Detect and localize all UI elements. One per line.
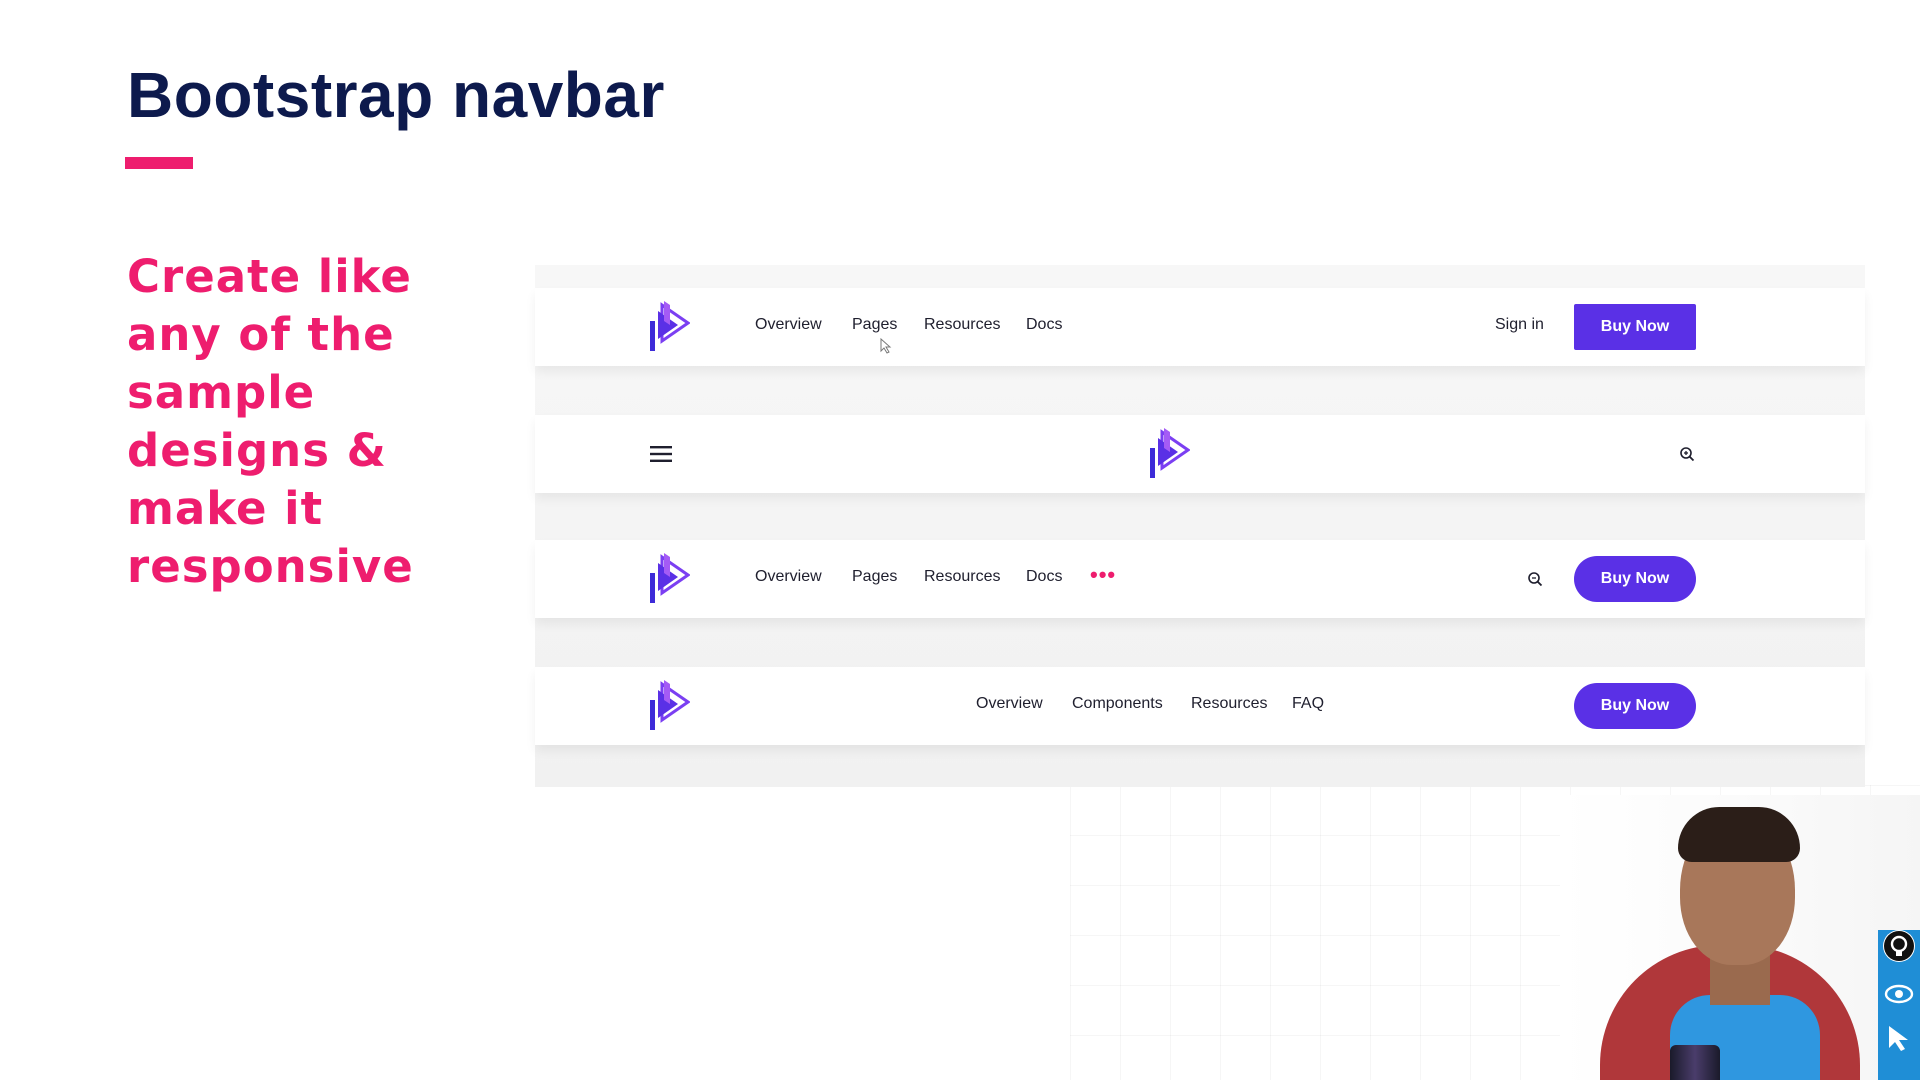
navbar-sample-2 xyxy=(535,415,1865,493)
play-brand-logo-icon[interactable] xyxy=(648,553,690,605)
slide-title: Bootstrap navbar xyxy=(127,59,665,131)
webcam-overlay xyxy=(1560,795,1920,1080)
nav-link-pages[interactable]: Pages xyxy=(852,316,897,334)
cursor-icon[interactable] xyxy=(1883,1022,1915,1054)
presenter-hair xyxy=(1678,807,1800,862)
title-underline xyxy=(125,157,193,169)
buy-now-button[interactable]: Buy Now xyxy=(1574,683,1696,729)
nav-link-resources[interactable]: Resources xyxy=(924,568,1000,586)
play-brand-logo-icon[interactable] xyxy=(1148,428,1190,480)
buy-now-button[interactable]: Buy Now xyxy=(1574,556,1696,602)
more-dots-icon[interactable]: ••• xyxy=(1090,562,1116,588)
search-icon[interactable] xyxy=(1527,571,1543,587)
nav-link-overview[interactable]: Overview xyxy=(755,568,822,586)
microphone xyxy=(1670,1045,1720,1080)
nav-link-overview[interactable]: Overview xyxy=(755,316,822,334)
nav-link-components[interactable]: Components xyxy=(1072,695,1163,713)
play-brand-logo-icon[interactable] xyxy=(648,301,690,353)
navbar-sample-4: Overview Components Resources FAQ Buy No… xyxy=(535,667,1865,745)
bulb-icon[interactable] xyxy=(1883,930,1915,962)
nav-link-resources[interactable]: Resources xyxy=(1191,695,1267,713)
eye-icon[interactable] xyxy=(1883,978,1915,1010)
buy-now-button[interactable]: Buy Now xyxy=(1574,304,1696,350)
nav-link-docs[interactable]: Docs xyxy=(1026,568,1062,586)
nav-link-faq[interactable]: FAQ xyxy=(1292,695,1324,713)
screen-tools xyxy=(1878,930,1920,1080)
instructions-text: Create like any of the sample designs & … xyxy=(127,250,414,593)
play-brand-logo-icon[interactable] xyxy=(648,680,690,732)
mouse-cursor-icon xyxy=(880,338,892,354)
sign-in-link[interactable]: Sign in xyxy=(1495,316,1544,334)
navbar-sample-3: Overview Pages Resources Docs ••• Buy No… xyxy=(535,540,1865,618)
navbar-sample-1: Overview Pages Resources Docs Sign in Bu… xyxy=(535,288,1865,366)
search-icon[interactable] xyxy=(1679,446,1695,462)
navbar-samples: Overview Pages Resources Docs Sign in Bu… xyxy=(535,265,1865,787)
hamburger-icon[interactable] xyxy=(650,445,672,463)
nav-link-pages[interactable]: Pages xyxy=(852,568,897,586)
nav-link-overview[interactable]: Overview xyxy=(976,695,1043,713)
nav-link-resources[interactable]: Resources xyxy=(924,316,1000,334)
nav-link-docs[interactable]: Docs xyxy=(1026,316,1062,334)
